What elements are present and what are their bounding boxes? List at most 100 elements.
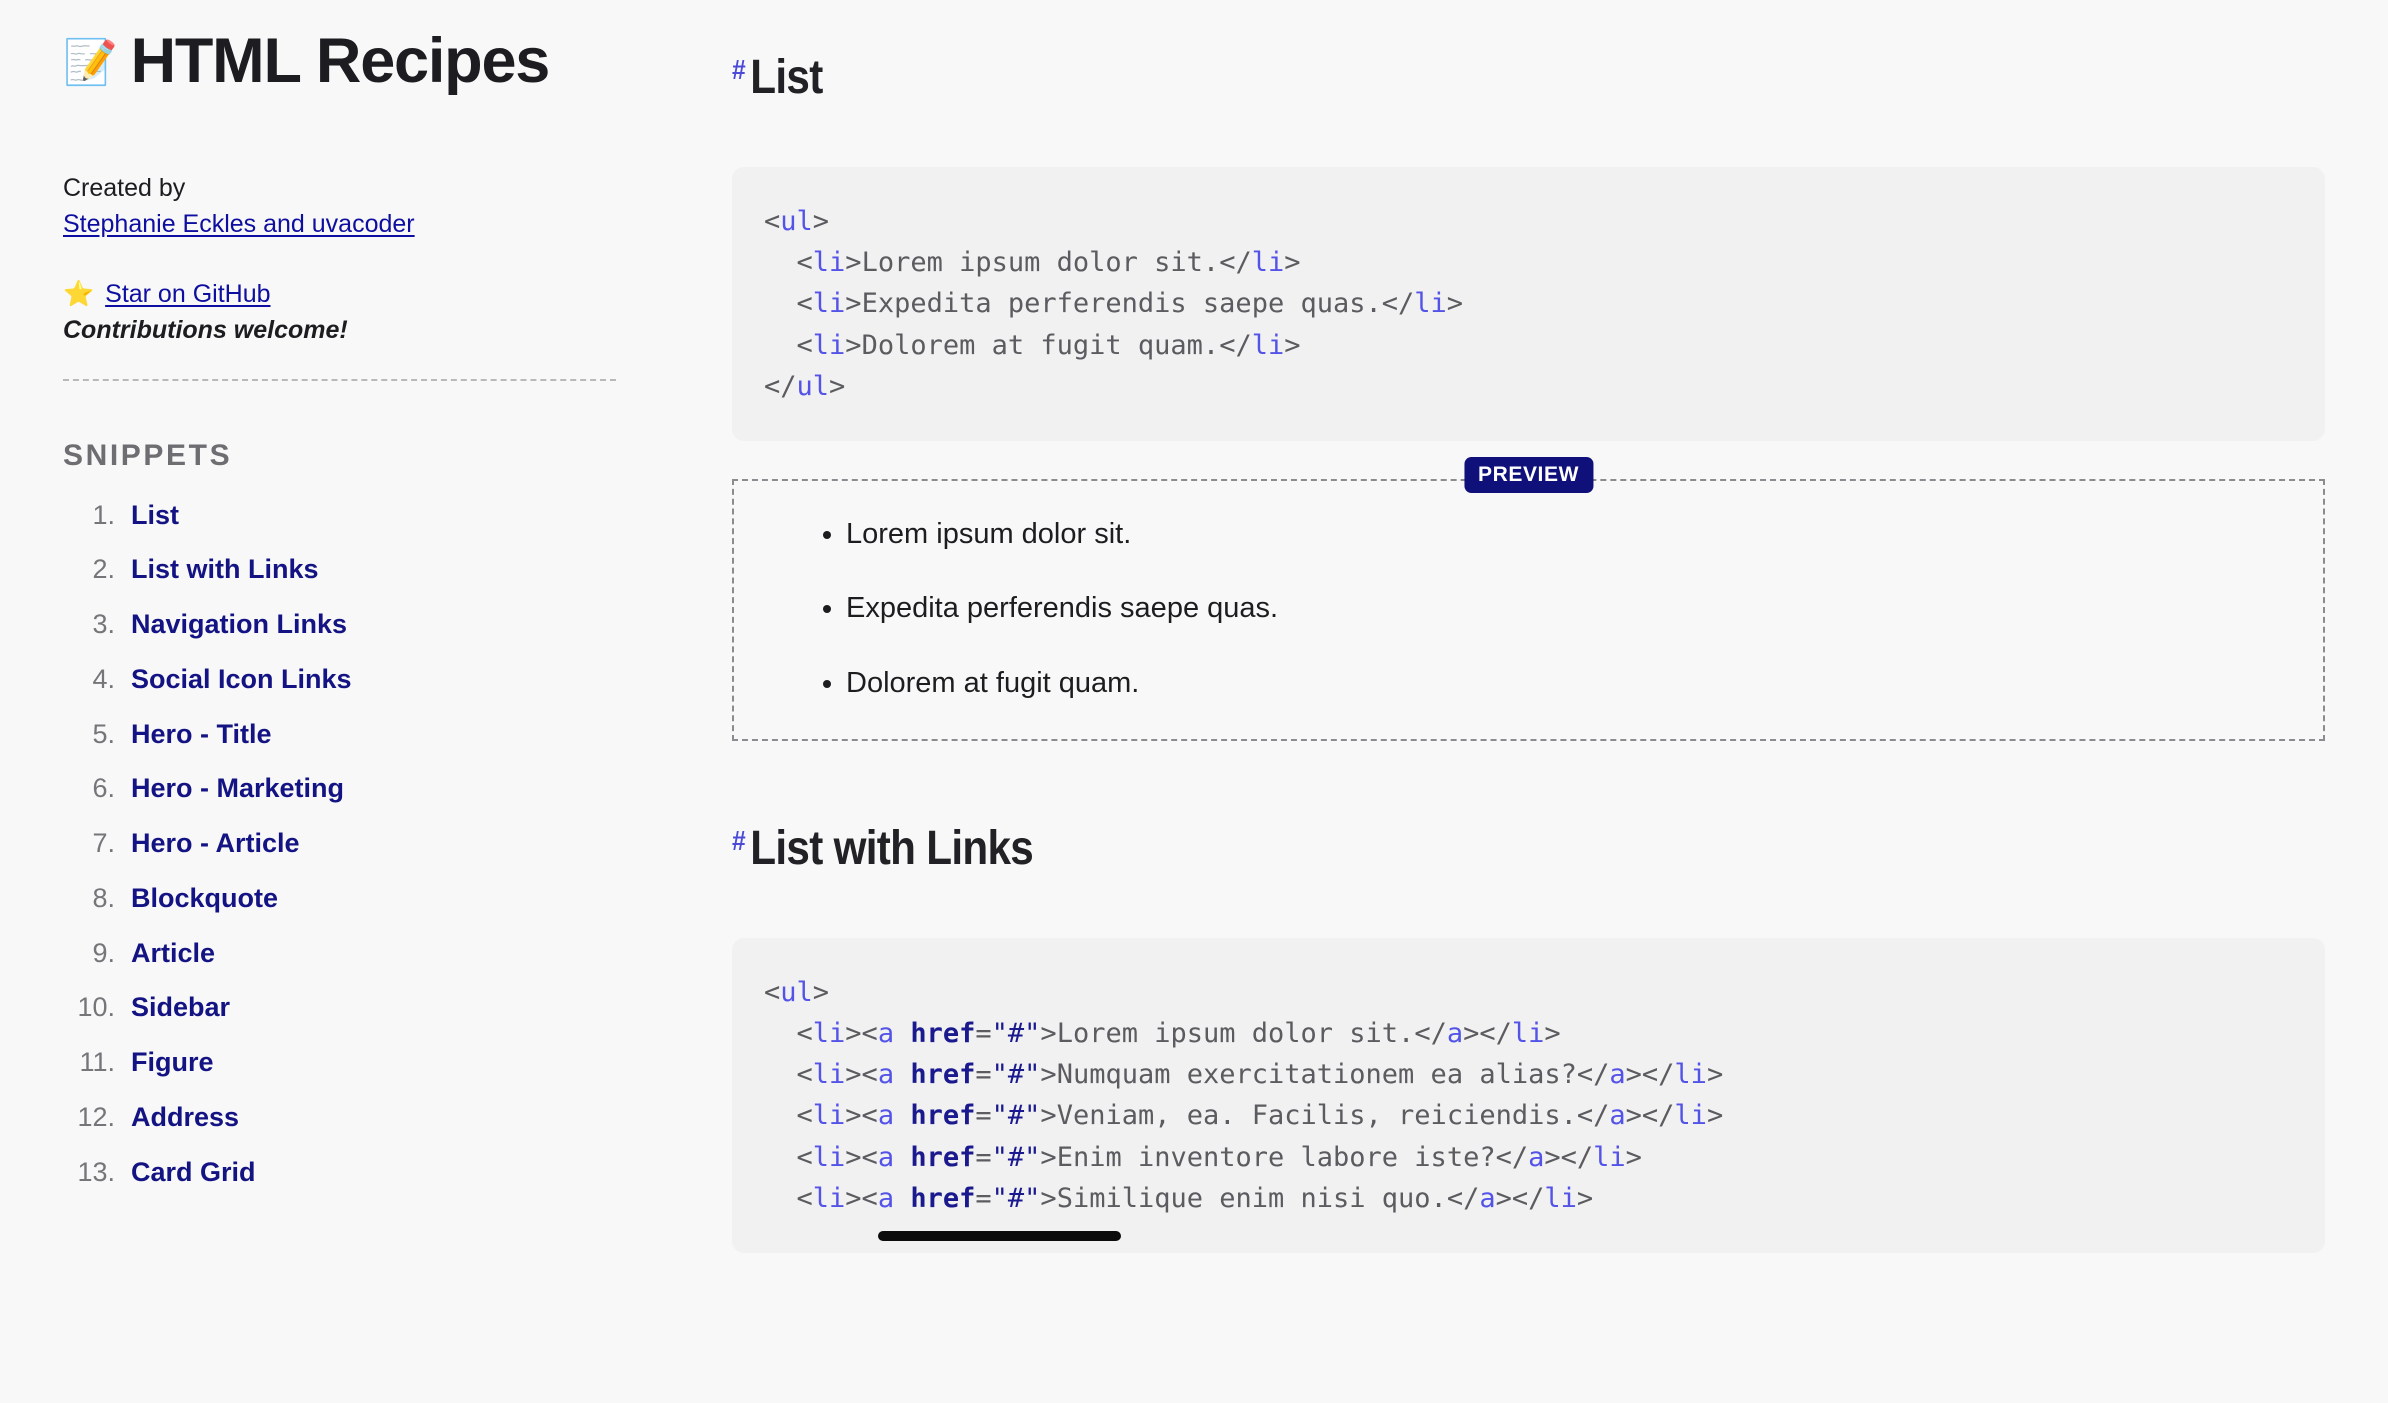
contributions-note: Contributions welcome!	[63, 315, 348, 344]
preview-badge: PREVIEW	[1463, 457, 1594, 494]
code-line: <li><a href="#">Veniam, ea. Facilis, rei…	[764, 1100, 1724, 1132]
code-line: <li>Dolorem at fugit quam.</li>	[764, 329, 1301, 361]
code-tag-name: a	[877, 1100, 895, 1132]
code-line: <li><a href="#">Numquam exercitationem e…	[764, 1059, 1724, 1091]
star-on-github-row: ⭐ Star on GitHub	[63, 277, 672, 312]
sidebar-item-hero-title[interactable]: Hero - Title	[131, 719, 272, 749]
code-punctuation: =	[975, 1182, 992, 1214]
section-heading: # List	[732, 51, 2134, 105]
code-tag-name: a	[877, 1059, 895, 1091]
code-punctuation: ></	[1544, 1141, 1594, 1173]
code-line: <li>Expedita perferendis saepe quas.</li…	[764, 288, 1464, 320]
code-punctuation: <	[764, 329, 813, 361]
code-punctuation: >	[1040, 1017, 1057, 1049]
section-heading: # List with Links	[732, 822, 2134, 876]
code-punctuation: <	[764, 205, 781, 237]
sidebar-item-navigation-links[interactable]: Navigation Links	[131, 609, 347, 639]
code-tag-name: li	[812, 1141, 846, 1173]
code-punctuation: >	[1040, 1182, 1057, 1214]
list-item: Hero - Article	[63, 827, 672, 861]
code-text: Expedita perferendis saepe quas.	[861, 288, 1382, 320]
code-punctuation: >	[1706, 1059, 1724, 1091]
code-punctuation: ></	[1495, 1182, 1545, 1214]
hash-anchor-icon[interactable]: #	[732, 825, 746, 856]
page-title-text: HTML Recipes	[130, 26, 551, 96]
code-tag-name: li	[812, 1059, 846, 1091]
code-attribute-value: "#"	[991, 1182, 1041, 1214]
code-attribute-value: "#"	[991, 1059, 1041, 1091]
code-tag-name: li	[812, 1017, 846, 1049]
code-tag-name: li	[1544, 1182, 1577, 1214]
sidebar-item-address[interactable]: Address	[131, 1102, 239, 1132]
preview-region: PREVIEW Lorem ipsum dolor sit. Expedita pe…	[732, 457, 2325, 741]
code-text: Similique enim nisi quo.	[1056, 1182, 1447, 1214]
code-punctuation: >	[1576, 1182, 1594, 1214]
sidebar-item-card-grid[interactable]: Card Grid	[131, 1157, 256, 1187]
sidebar-item-hero-marketing[interactable]: Hero - Marketing	[131, 773, 344, 803]
code-block: <ul> <li><a href="#">Lorem ipsum dolor s…	[732, 937, 2325, 1254]
code-punctuation: <	[764, 1182, 813, 1214]
sidebar-item-list-with-links[interactable]: List with Links	[131, 554, 319, 584]
code-tag-name: a	[877, 1141, 895, 1173]
code-punctuation: >	[1446, 288, 1464, 320]
preview-list-item: Expedita perferendis saepe quas.	[846, 589, 2323, 628]
preview-list-item: Dolorem at fugit quam.	[846, 664, 2323, 703]
star-on-github-link[interactable]: Star on GitHub	[105, 277, 270, 312]
code-punctuation: >	[812, 205, 830, 237]
sidebar-item-hero-article[interactable]: Hero - Article	[131, 828, 300, 858]
code-line: </ul>	[764, 371, 845, 402]
code-attribute-name: href	[910, 1100, 976, 1132]
snippets-list: List List with Links Navigation Links Socia…	[63, 499, 672, 1190]
code-block: <ul> <li>Lorem ipsum dolor sit.</li> <li…	[732, 166, 2325, 442]
code-punctuation: >	[1040, 1100, 1057, 1132]
code-tag-name: li	[812, 288, 846, 320]
hash-anchor-icon[interactable]: #	[732, 54, 746, 85]
list-item: Card Grid	[63, 1156, 672, 1190]
code-punctuation: >	[845, 329, 862, 361]
code-tag-name: a	[1609, 1100, 1626, 1132]
sidebar: 📝 HTML Recipes Created by Stephanie Eckl…	[0, 0, 672, 1210]
sidebar-divider	[63, 378, 616, 381]
code-snippet[interactable]: <ul> <li><a href="#">Lorem ipsum dolor s…	[732, 972, 2325, 1220]
code-punctuation: ></	[1463, 1017, 1512, 1049]
list-item: List with Links	[63, 553, 672, 587]
code-punctuation: >	[1284, 329, 1301, 361]
code-punctuation	[894, 1183, 910, 1214]
sidebar-item-figure[interactable]: Figure	[131, 1047, 214, 1077]
authors-link[interactable]: Stephanie Eckles and uvacoder	[63, 210, 415, 238]
code-line: <li><a href="#">Similique enim nisi quo.…	[764, 1182, 1594, 1214]
code-punctuation: <	[764, 288, 813, 320]
list-item: Article	[63, 937, 672, 971]
code-punctuation: >	[829, 370, 846, 402]
code-tag-name: li	[812, 329, 846, 361]
code-attribute-value: "#"	[991, 1017, 1041, 1049]
code-attribute-value: "#"	[991, 1100, 1041, 1132]
code-tag-name: li	[1251, 247, 1285, 279]
code-text: Lorem ipsum dolor sit.	[861, 247, 1220, 279]
sidebar-item-blockquote[interactable]: Blockquote	[131, 883, 278, 913]
code-text: Lorem ipsum dolor sit.	[1056, 1017, 1415, 1049]
code-punctuation: <	[764, 1100, 813, 1132]
sidebar-item-list[interactable]: List	[131, 500, 179, 530]
star-icon: ⭐	[63, 279, 95, 308]
code-tag-name: a	[877, 1017, 895, 1049]
code-punctuation: ><	[845, 1141, 878, 1173]
code-punctuation: </	[1495, 1141, 1529, 1173]
code-punctuation: </	[1576, 1059, 1610, 1091]
sidebar-item-article[interactable]: Article	[131, 938, 215, 968]
code-punctuation: ></	[1625, 1059, 1675, 1091]
list-item: List	[63, 499, 672, 533]
sidebar-item-social-icon-links[interactable]: Social Icon Links	[131, 664, 352, 694]
code-snippet[interactable]: <ul> <li>Lorem ipsum dolor sit.</li> <li…	[732, 201, 2325, 407]
horizontal-scrollbar-thumb[interactable]	[878, 1231, 1121, 1242]
sidebar-item-sidebar[interactable]: Sidebar	[131, 992, 230, 1022]
code-line: <ul>	[764, 206, 829, 237]
code-line: <li>Lorem ipsum dolor sit.</li>	[764, 247, 1301, 279]
code-tag-name: a	[1446, 1017, 1464, 1049]
memo-pencil-icon: 📝	[63, 38, 118, 88]
code-punctuation: =	[975, 1141, 992, 1173]
code-punctuation: </	[1219, 247, 1252, 279]
code-attribute-name: href	[910, 1017, 976, 1049]
snippet-section: # List <ul> <li>Lorem ipsum dolor sit.</li…	[732, 51, 2325, 741]
code-punctuation: ><	[845, 1182, 878, 1214]
